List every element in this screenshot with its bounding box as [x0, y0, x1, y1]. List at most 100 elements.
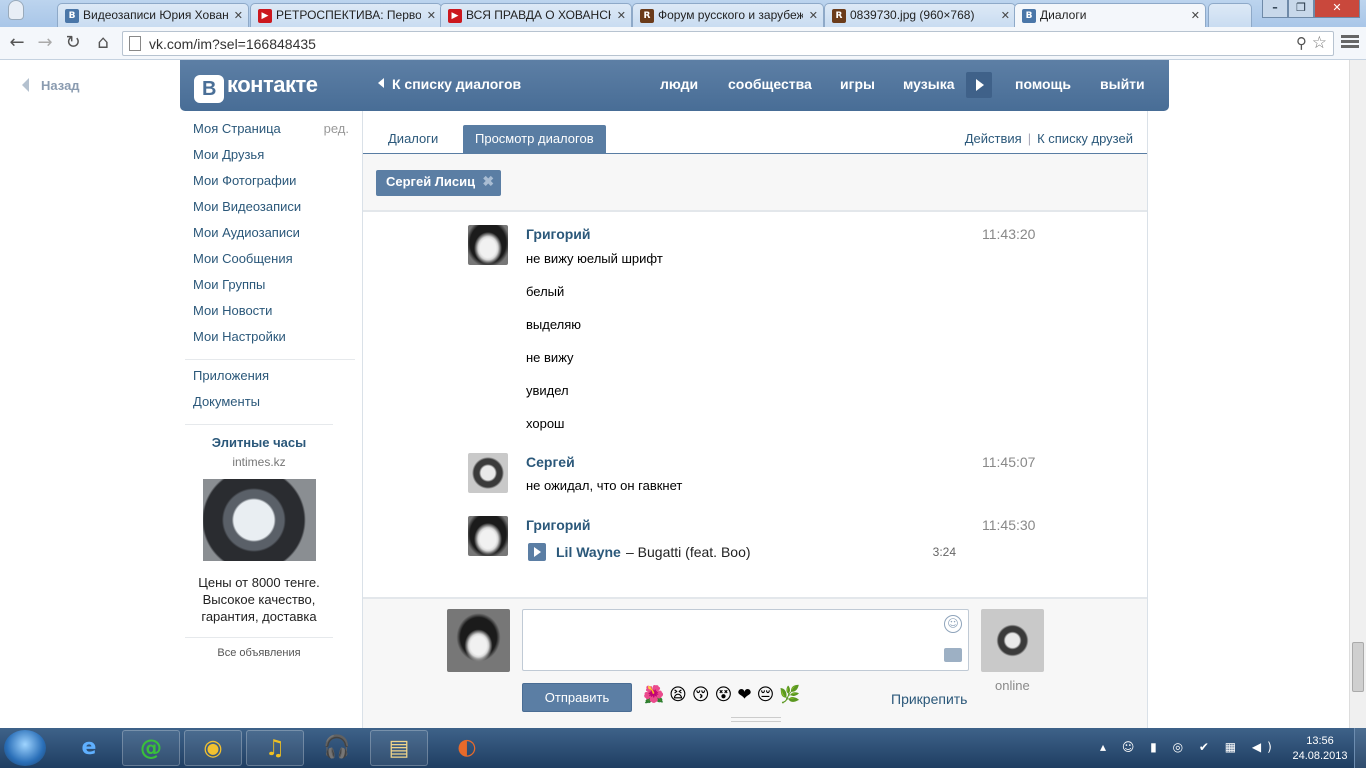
maximize-button[interactable]: ❐ — [1288, 0, 1314, 18]
menu-divider — [185, 359, 355, 360]
menu-item-videos[interactable]: Мои Видеозаписи — [193, 199, 355, 225]
profile-icon[interactable] — [8, 0, 24, 20]
nav-help[interactable]: помощь — [1015, 76, 1071, 92]
scrollbar-thumb[interactable] — [1352, 642, 1364, 692]
close-tab-icon[interactable]: ✕ — [427, 9, 436, 22]
emoji-icon[interactable]: ☺ — [944, 615, 962, 633]
system-tray[interactable]: ▴ ☺ ▮ ◎ ✔ ▦ ◀) — [1100, 740, 1278, 754]
menu-item-documents[interactable]: Документы — [193, 394, 355, 420]
close-tab-icon[interactable]: ✕ — [1191, 9, 1200, 22]
actions-link[interactable]: Действия — [965, 131, 1022, 146]
chrome-icon[interactable]: ◉ — [184, 730, 242, 766]
browser-tab[interactable]: ▶ ВСЯ ПРАВДА О ХОВАНСКОМ ✕ — [440, 3, 632, 27]
back-link[interactable]: Назад — [22, 78, 80, 93]
message-text: не ожидал, что он гавкнет — [526, 478, 683, 493]
explorer-icon[interactable]: ▤ — [370, 730, 428, 766]
menu-item-messages[interactable]: Мои Сообщения — [193, 251, 355, 277]
message-author[interactable]: Сергей — [526, 454, 575, 470]
tab-dialogs[interactable]: Диалоги — [376, 125, 450, 153]
message-time: 11:45:07 — [982, 454, 1036, 470]
browser-tab[interactable]: В Видеозаписи Юрия Хованского ✕ — [57, 3, 249, 27]
reload-icon[interactable]: ↻ — [62, 32, 84, 54]
message-history: Григорий 11:43:20 не вижу юелый шрифт бе… — [363, 215, 1147, 596]
message-author[interactable]: Григорий — [526, 517, 591, 533]
close-tab-icon[interactable]: ✕ — [1001, 9, 1010, 22]
zoom-icon[interactable]: ⚲ — [1296, 34, 1307, 52]
vk-favicon-icon: В — [65, 9, 79, 23]
nav-logout[interactable]: выйти — [1100, 76, 1145, 92]
clock-time: 13:56 — [1306, 735, 1334, 747]
forward-arrow-icon[interactable]: → — [34, 32, 56, 54]
minimize-button[interactable]: – — [1262, 0, 1288, 18]
camera-icon[interactable] — [944, 648, 962, 662]
tab-view-dialogs[interactable]: Просмотр диалогов — [463, 125, 606, 153]
tab-actions: Действия | К списку друзей — [965, 131, 1133, 146]
message-author[interactable]: Григорий — [526, 226, 591, 242]
youtube-favicon-icon: ▶ — [258, 9, 272, 23]
remove-recipient-icon[interactable]: ✖ — [482, 173, 494, 190]
page-scrollbar[interactable] — [1349, 60, 1366, 728]
message-input[interactable]: ☺ — [522, 609, 969, 671]
audio-title: – Bugatti (feat. Boo) — [626, 544, 751, 560]
page-icon — [129, 36, 141, 51]
menu-item-friends[interactable]: Мои Друзья — [193, 147, 355, 173]
send-button[interactable]: Отправить — [522, 683, 632, 712]
dialog-tabs: Диалоги Просмотр диалогов Действия | К спи… — [363, 125, 1147, 154]
menu-item-apps[interactable]: Приложения — [193, 368, 355, 394]
close-window-button[interactable]: ✕ — [1314, 0, 1360, 18]
avatar[interactable] — [468, 516, 508, 556]
vk-logo[interactable]: Вконтакте — [194, 72, 318, 103]
menu-item-news[interactable]: Мои Новости — [193, 303, 355, 329]
start-button[interactable] — [4, 730, 46, 766]
audition-icon[interactable]: 🎧 — [308, 730, 366, 766]
audio-artist[interactable]: Lil Wayne — [556, 544, 621, 560]
fl-studio-icon[interactable]: ♫ — [246, 730, 304, 766]
bookmark-star-icon[interactable]: ☆ — [1312, 33, 1327, 53]
browser-tab[interactable]: ▶ РЕТРОСПЕКТИВА: Первое ✕ — [250, 3, 442, 27]
home-icon[interactable]: ⌂ — [92, 32, 114, 54]
browser-tab-active[interactable]: В Диалоги ✕ — [1014, 3, 1206, 27]
peer-avatar[interactable] — [981, 609, 1044, 672]
message-text: не вижу юелый шрифт — [526, 251, 663, 266]
show-desktop-button[interactable] — [1354, 728, 1366, 768]
media-app-icon[interactable]: ◐ — [438, 730, 496, 766]
close-tab-icon[interactable]: ✕ — [809, 9, 818, 22]
ad-block[interactable]: Элитные часы intimes.kz Цены от 8000 тен… — [185, 424, 333, 659]
chrome-menu-icon[interactable] — [1341, 33, 1359, 53]
my-avatar[interactable] — [447, 609, 510, 672]
play-icon[interactable] — [528, 543, 546, 561]
close-tab-icon[interactable]: ✕ — [617, 9, 626, 22]
recipient-chip[interactable]: Сергей Лисиц ✖ — [376, 170, 502, 196]
avatar[interactable] — [468, 225, 508, 265]
ad-title[interactable]: Элитные часы — [185, 435, 333, 450]
menu-item-groups[interactable]: Мои Группы — [193, 277, 355, 303]
attach-link[interactable]: Прикрепить — [891, 691, 967, 707]
address-bar[interactable]: vk.com/im?sel=166848435 ⚲ ☆ — [122, 31, 1334, 56]
edit-link[interactable]: ред. — [324, 121, 349, 136]
mail-agent-icon[interactable]: @ — [122, 730, 180, 766]
back-arrow-icon[interactable]: ← — [6, 32, 28, 54]
browser-tab[interactable]: R Форум русского и зарубежного ✕ — [632, 3, 824, 27]
all-ads-link[interactable]: Все объявления — [185, 637, 333, 659]
ie-icon[interactable]: e — [60, 730, 118, 766]
menu-item-photos[interactable]: Мои Фотографии — [193, 173, 355, 199]
to-dialogs-link[interactable]: К списку диалогов — [378, 76, 521, 92]
menu-item-settings[interactable]: Мои Настройки — [193, 329, 355, 355]
browser-tab[interactable]: R 0839730.jpg (960×768) ✕ — [824, 3, 1016, 27]
menu-item-my-page[interactable]: Моя Страница ред. — [193, 121, 355, 147]
close-tab-icon[interactable]: ✕ — [234, 9, 243, 22]
watch-image[interactable] — [202, 479, 316, 561]
nav-games[interactable]: игры — [840, 76, 875, 92]
menu-item-label: Моя Страница — [193, 121, 281, 136]
music-play-icon[interactable] — [966, 72, 992, 98]
clock[interactable]: 13:56 24.08.2013 — [1290, 734, 1350, 764]
nav-communities[interactable]: сообщества — [728, 76, 812, 92]
friends-list-link[interactable]: К списку друзей — [1037, 131, 1133, 146]
resize-grip[interactable] — [731, 717, 781, 722]
new-tab-button[interactable] — [1208, 3, 1252, 27]
avatar[interactable] — [468, 453, 508, 493]
nav-music[interactable]: музыка — [903, 76, 954, 92]
emoji-shortcuts[interactable]: 🌺😫😚😵❤😔🌿 — [643, 685, 805, 705]
menu-item-audio[interactable]: Мои Аудиозаписи — [193, 225, 355, 251]
nav-people[interactable]: люди — [660, 76, 698, 92]
